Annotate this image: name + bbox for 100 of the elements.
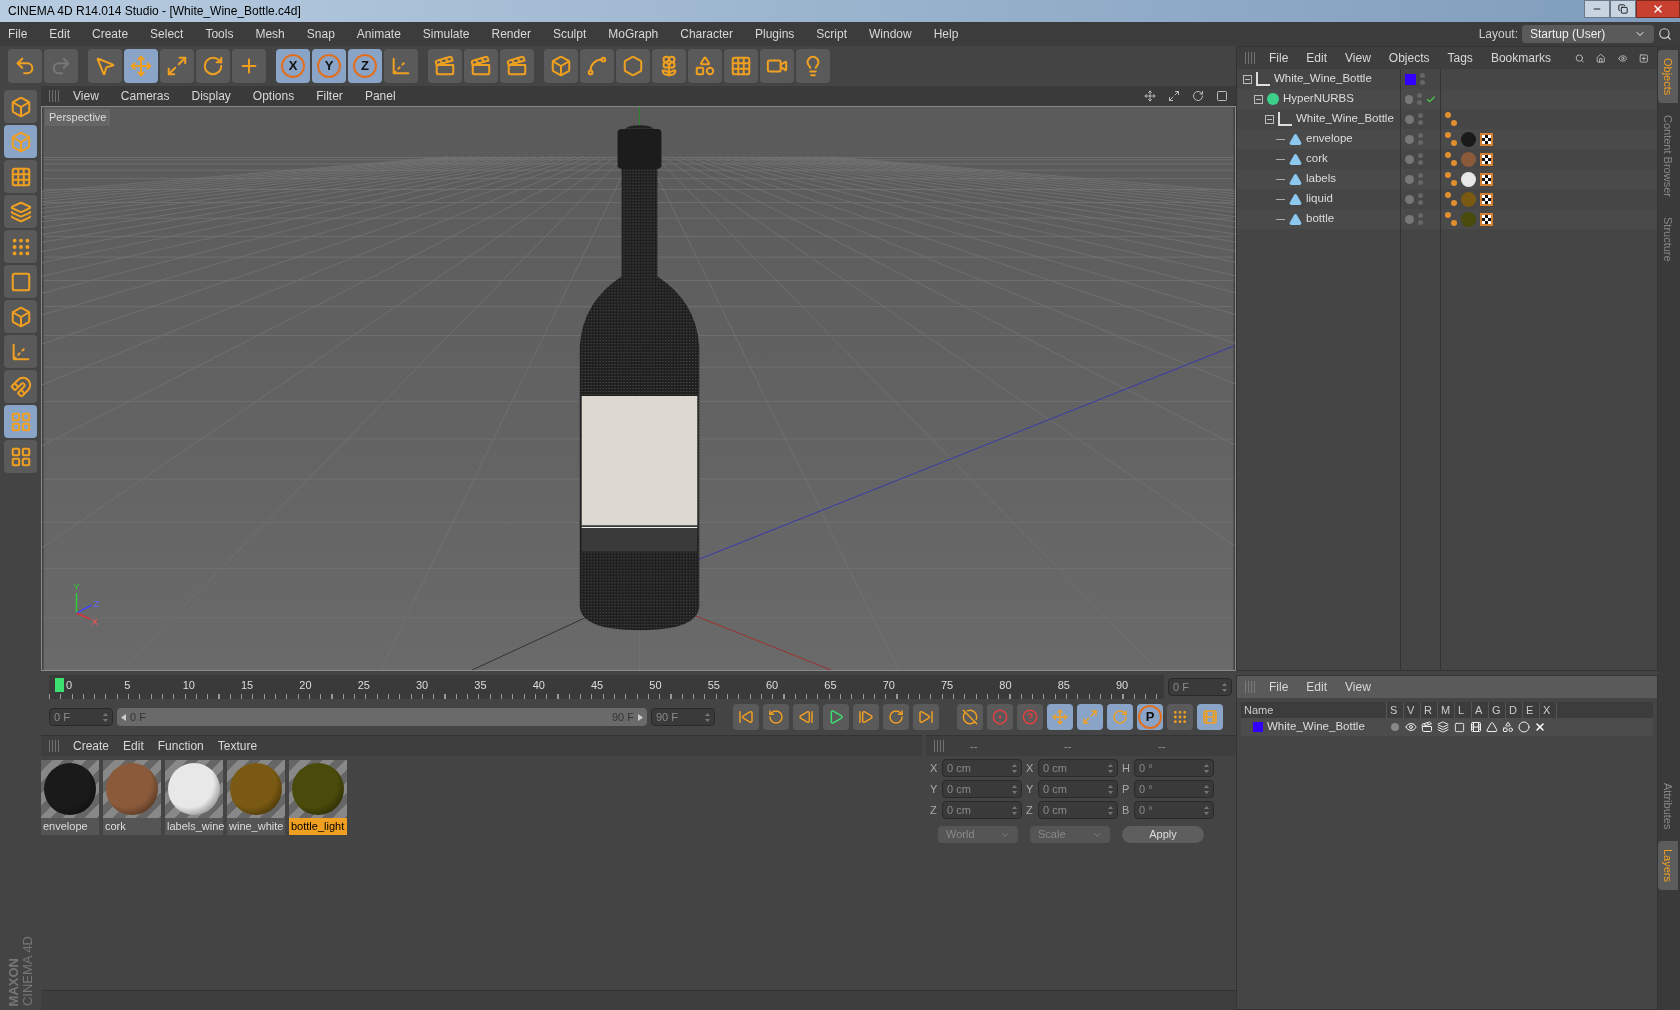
loop-button[interactable] bbox=[883, 704, 909, 730]
cube-button[interactable] bbox=[544, 49, 578, 83]
generator-icon[interactable] bbox=[1486, 721, 1498, 733]
shapes-button[interactable] bbox=[688, 49, 722, 83]
spinner-arrows-icon[interactable] bbox=[1012, 784, 1017, 794]
layout-dropdown[interactable]: Startup (User) bbox=[1522, 25, 1654, 43]
axis-button[interactable] bbox=[384, 49, 418, 83]
hexagon-button[interactable] bbox=[616, 49, 650, 83]
menu-item[interactable]: Animate bbox=[356, 25, 401, 43]
menu-item[interactable]: View bbox=[73, 87, 99, 105]
undo-button[interactable] bbox=[8, 49, 42, 83]
record-button[interactable] bbox=[957, 704, 983, 730]
editor-visibility-icon[interactable] bbox=[1418, 153, 1423, 165]
spinner-arrows-icon[interactable] bbox=[1108, 784, 1113, 794]
film-icon[interactable] bbox=[1470, 721, 1482, 733]
close-button[interactable] bbox=[1636, 0, 1680, 18]
scale-button[interactable] bbox=[160, 49, 194, 83]
flower-button[interactable] bbox=[652, 49, 686, 83]
minimize-button[interactable] bbox=[1584, 0, 1610, 18]
menu-item[interactable]: MoGraph bbox=[608, 25, 659, 43]
camera-button[interactable] bbox=[760, 49, 794, 83]
menu-item[interactable]: Sculpt bbox=[552, 25, 587, 43]
menu-item[interactable]: Display bbox=[191, 87, 231, 105]
menu-item[interactable]: View bbox=[1345, 678, 1371, 696]
axis-toggle-button[interactable]: X bbox=[276, 49, 310, 83]
menu-item[interactable]: Tools bbox=[205, 25, 234, 43]
clapperboard-button[interactable] bbox=[428, 49, 462, 83]
spinner-arrows-icon[interactable] bbox=[1222, 682, 1227, 692]
dots-button[interactable] bbox=[1167, 704, 1193, 730]
axis-button[interactable] bbox=[4, 335, 37, 368]
phong-tag-icon[interactable] bbox=[1445, 132, 1457, 146]
home-icon[interactable] bbox=[1596, 51, 1606, 65]
uvw-tag-icon[interactable] bbox=[1480, 152, 1493, 166]
uvw-tag-icon[interactable] bbox=[1480, 132, 1493, 146]
menu-item[interactable]: File bbox=[1269, 49, 1289, 67]
pointer-button[interactable] bbox=[88, 49, 122, 83]
uvw-tag-icon[interactable] bbox=[1480, 212, 1493, 226]
rotate-button[interactable] bbox=[196, 49, 230, 83]
material-name[interactable]: cork bbox=[103, 818, 161, 835]
expression-icon[interactable] bbox=[1518, 721, 1530, 733]
right-arrow-icon[interactable] bbox=[638, 713, 643, 721]
new-window-icon[interactable] bbox=[1639, 51, 1649, 65]
menu-item[interactable]: Simulate bbox=[422, 25, 470, 43]
apply-button[interactable]: Apply bbox=[1122, 826, 1204, 843]
spinner-arrows-icon[interactable] bbox=[705, 712, 710, 722]
clapperboard-button[interactable] bbox=[500, 49, 534, 83]
check-icon[interactable] bbox=[1426, 93, 1436, 105]
menu-item[interactable]: Panel bbox=[364, 87, 396, 105]
menu-item[interactable]: Cameras bbox=[120, 87, 170, 105]
skip-back-button[interactable] bbox=[733, 704, 759, 730]
spinner-arrows-icon[interactable] bbox=[1012, 805, 1017, 815]
timeline-ruler[interactable]: 0 5 10 15 20 25 30 35 40 45 50 55 60 65 70 75 80 85 90 bbox=[49, 675, 1164, 699]
phong-tag-icon[interactable] bbox=[1445, 212, 1457, 226]
menu-item[interactable]: Plugins bbox=[754, 25, 795, 43]
magnet-button[interactable] bbox=[4, 370, 37, 403]
menu-item[interactable]: Edit bbox=[1306, 49, 1328, 67]
viewport[interactable]: Perspective Y Z X bbox=[41, 106, 1236, 671]
menu-item[interactable]: Help bbox=[933, 25, 959, 43]
loop-button[interactable] bbox=[763, 704, 789, 730]
layers-icon[interactable] bbox=[1437, 721, 1449, 733]
step-forward-button[interactable] bbox=[853, 704, 879, 730]
menu-item[interactable]: Function bbox=[157, 737, 204, 755]
restore-button[interactable] bbox=[1610, 0, 1636, 18]
phong-tag-icon[interactable] bbox=[1445, 172, 1457, 186]
spline-button[interactable] bbox=[580, 49, 614, 83]
material-name[interactable]: labels_wine bbox=[165, 818, 223, 835]
axis-toggle-button[interactable]: P bbox=[1137, 704, 1163, 730]
menu-item[interactable]: Mesh bbox=[255, 25, 285, 43]
grid-button[interactable] bbox=[4, 160, 37, 193]
object-name[interactable]: bottle bbox=[1306, 210, 1335, 228]
editor-visibility-icon[interactable] bbox=[1418, 113, 1423, 125]
cube-button[interactable] bbox=[4, 90, 37, 123]
menu-item[interactable]: Character bbox=[680, 25, 733, 43]
maximize-view-icon[interactable] bbox=[1216, 90, 1228, 102]
object-name[interactable]: envelope bbox=[1306, 130, 1353, 148]
phong-tag-icon[interactable] bbox=[1445, 112, 1457, 126]
spinner-arrows-icon[interactable] bbox=[1108, 805, 1113, 815]
deformer-icon[interactable] bbox=[1502, 721, 1514, 733]
skip-forward-button[interactable] bbox=[913, 704, 939, 730]
xref-icon[interactable] bbox=[1534, 721, 1546, 733]
menu-item[interactable]: Options bbox=[252, 87, 295, 105]
collapse-icon[interactable] bbox=[1243, 74, 1252, 84]
spinner-arrows-icon[interactable] bbox=[1204, 805, 1209, 815]
axis-toggle-button[interactable]: Y bbox=[312, 49, 346, 83]
layers-button[interactable] bbox=[4, 195, 37, 228]
object-name[interactable]: cork bbox=[1306, 150, 1328, 168]
uvw-tag-icon[interactable] bbox=[1480, 192, 1493, 206]
menu-item[interactable]: Edit bbox=[123, 737, 144, 755]
menu-item[interactable]: Render bbox=[491, 25, 531, 43]
menu-item[interactable]: Objects bbox=[1388, 49, 1430, 67]
spinner-arrows-icon[interactable] bbox=[1204, 784, 1209, 794]
left-arrow-icon[interactable] bbox=[121, 713, 126, 721]
record-button[interactable] bbox=[987, 704, 1013, 730]
menu-item[interactable]: Edit bbox=[1306, 678, 1328, 696]
phong-tag-icon[interactable] bbox=[1445, 152, 1457, 166]
grid-button[interactable] bbox=[724, 49, 758, 83]
object-name[interactable]: HyperNURBS bbox=[1283, 90, 1354, 108]
material-tag-icon[interactable] bbox=[1461, 171, 1476, 187]
object-name[interactable]: labels bbox=[1306, 170, 1337, 188]
menu-item[interactable]: Script bbox=[816, 25, 847, 43]
